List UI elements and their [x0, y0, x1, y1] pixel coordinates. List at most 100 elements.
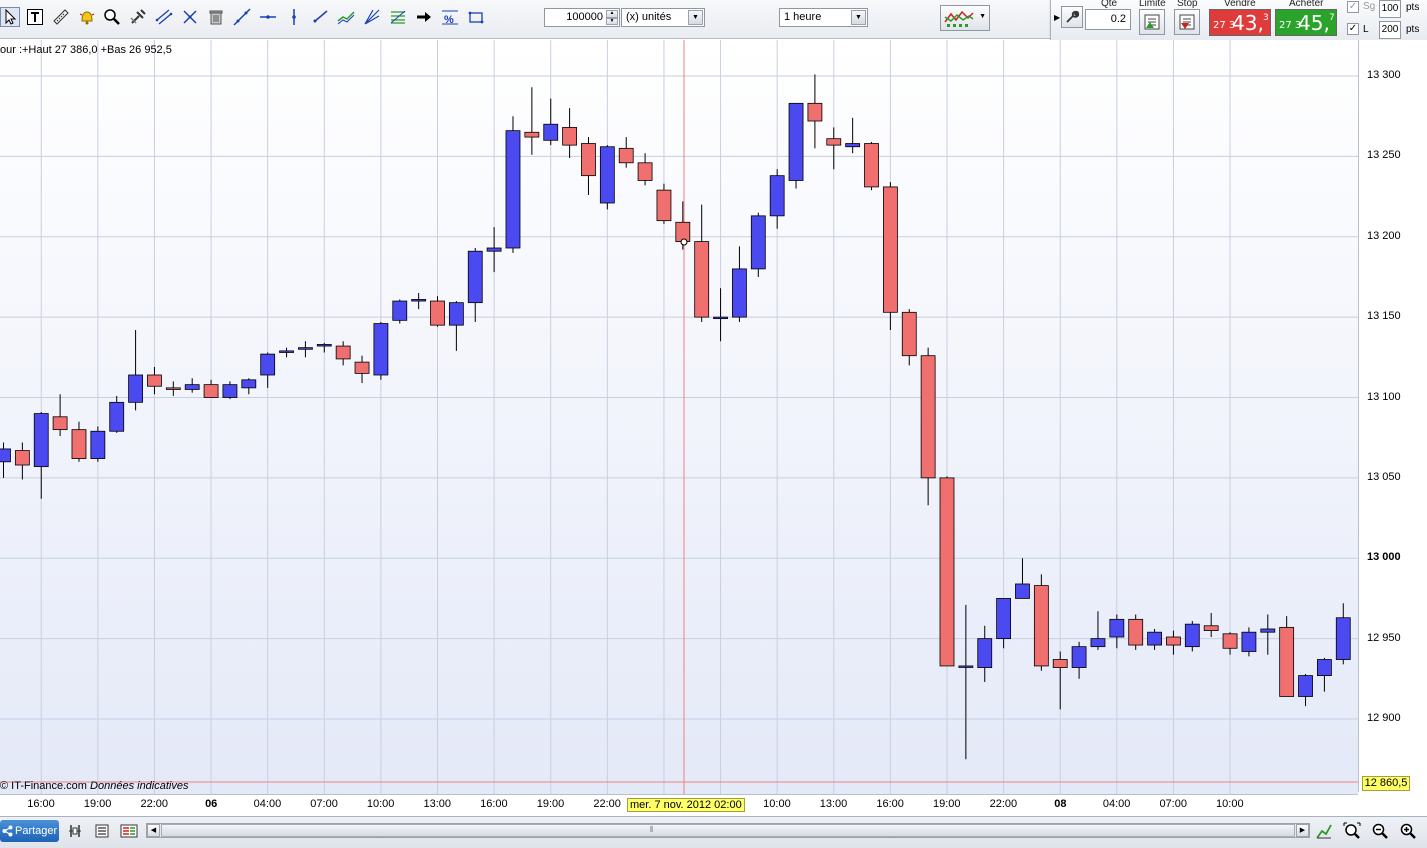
quantity-value: 100000 — [566, 11, 603, 23]
candle-body — [1090, 638, 1106, 648]
candle-body — [128, 374, 143, 403]
sg-points-input[interactable]: 100 — [1379, 0, 1401, 18]
scroll-right-arrow[interactable]: ▶ — [1296, 824, 1309, 837]
time-tick-label: 19:00 — [536, 798, 565, 810]
candle-body — [430, 300, 445, 326]
collapse-arrow-icon[interactable]: ▶ — [1054, 13, 1060, 22]
ray-line-icon[interactable] — [310, 7, 330, 27]
candle-body — [1015, 583, 1030, 599]
candle-body — [845, 143, 861, 148]
time-tick-label: 10:00 — [763, 798, 791, 810]
candle-body — [769, 175, 785, 217]
ruler-icon[interactable] — [51, 7, 71, 27]
scroll-left-arrow[interactable]: ◀ — [147, 824, 160, 837]
price-chart[interactable] — [0, 40, 1427, 794]
crosshair-toggle-icon[interactable] — [66, 822, 84, 840]
fibonacci-icon[interactable] — [388, 7, 408, 27]
channel-icon[interactable] — [336, 7, 356, 27]
percent-tool-icon[interactable]: % — [440, 7, 460, 27]
chevron-down-icon: ▼ — [979, 13, 986, 20]
share-button[interactable]: Partager — [0, 820, 59, 842]
time-tick-label: 16:00 — [480, 798, 508, 810]
vertical-line-icon[interactable] — [284, 7, 304, 27]
candle-body — [222, 384, 238, 398]
zoom-icon[interactable] — [102, 7, 122, 27]
candle-body — [467, 250, 483, 304]
stop-order-button[interactable] — [1174, 9, 1200, 35]
indicators-button[interactable]: ▼ — [940, 5, 990, 31]
rectangle-tool-icon[interactable] — [466, 7, 486, 27]
candle-body — [373, 323, 389, 376]
buy-price-main: 45, — [1298, 11, 1330, 35]
trend-line-icon[interactable] — [232, 7, 252, 27]
data-source-name: © IT-Finance.com — [0, 780, 87, 792]
list-icon[interactable] — [93, 822, 111, 840]
data-source: © IT-Finance.com Données indicatives — [0, 780, 188, 792]
cursor-date-label: mer. 7 nov. 2012 02:00 — [627, 798, 745, 812]
sg-label: Sg — [1363, 1, 1376, 12]
pointer-icon[interactable] — [0, 7, 20, 27]
candle-body — [1184, 623, 1200, 648]
chart-scrollbar[interactable]: ◀ ⫴ ▶ — [146, 823, 1310, 838]
fan-icon[interactable] — [362, 7, 382, 27]
time-tick-label: 07:00 — [310, 798, 338, 810]
sg-points-value: 100 — [1381, 3, 1399, 14]
trash-icon[interactable] — [206, 7, 226, 27]
horizontal-line-icon[interactable] — [258, 7, 278, 27]
arrow-icon[interactable] — [414, 7, 434, 27]
l-label: L — [1363, 24, 1369, 35]
candle-body — [1335, 617, 1351, 660]
candle-body — [241, 379, 257, 389]
unit-select[interactable]: (x) unités ▼ — [621, 8, 705, 27]
quantity-spinner[interactable]: ▲ ▼ — [606, 10, 618, 25]
l-points-unit: pts — [1406, 24, 1420, 35]
wrench-icon — [1066, 10, 1080, 23]
sell-button[interactable]: 27 3 43, 3 — [1209, 9, 1271, 36]
settings-wrench-button[interactable] — [1061, 6, 1083, 28]
buy-button[interactable]: 27 3 45, 7 — [1275, 9, 1337, 36]
parallel-lines-icon[interactable] — [154, 7, 174, 27]
candle-body — [524, 131, 540, 138]
l-checkbox[interactable]: ✓ — [1347, 23, 1359, 35]
qty-input[interactable]: 0.2 — [1085, 9, 1131, 30]
drawing-tools-icon[interactable] — [128, 7, 148, 27]
price-tick-label: 12 900 — [1367, 712, 1401, 724]
candle-body — [1279, 626, 1295, 697]
layout-icon[interactable] — [120, 822, 138, 840]
text-tool-icon[interactable] — [25, 7, 45, 27]
candle-body — [1260, 628, 1276, 633]
order-panel: ▶ Qte 0.2 Limite Stop Vendre 27 3 43, 3 … — [1050, 0, 1427, 43]
timeframe-select[interactable]: 1 heure ▼ — [779, 8, 868, 27]
zoom-in-icon[interactable] — [1399, 822, 1417, 840]
limit-order-button[interactable] — [1139, 9, 1165, 35]
candle-body — [1052, 659, 1068, 668]
candle-body — [203, 384, 219, 398]
scroll-thumb[interactable]: ⫴ — [161, 824, 1295, 837]
zoom-fit-icon[interactable] — [1343, 822, 1361, 840]
quantity-input[interactable]: 100000 ▲ ▼ — [544, 8, 620, 27]
price-axis[interactable]: 13 300 13 250 13 200 13 150 13 100 13 050 13 0… — [1358, 40, 1427, 792]
buy-label: Acheter — [1289, 0, 1324, 9]
candle-body — [732, 268, 747, 318]
candle-body — [864, 143, 879, 188]
candle-body — [977, 638, 993, 668]
stop-label: Stop — [1177, 0, 1198, 9]
candlestick-chart[interactable] — [0, 40, 1358, 794]
candle-body — [354, 361, 370, 374]
l-points-input[interactable]: 200 — [1379, 21, 1401, 39]
time-tick-label: 22:00 — [593, 798, 621, 810]
alert-bell-icon[interactable] — [77, 7, 97, 27]
candle-body — [392, 300, 408, 321]
zoom-out-icon[interactable] — [1371, 822, 1389, 840]
cross-tool-icon[interactable] — [180, 7, 200, 27]
candle-body — [0, 448, 11, 463]
sg-checkbox[interactable]: ✓ — [1347, 1, 1359, 13]
time-tick-label: 04:00 — [253, 798, 282, 810]
chart-background — [0, 40, 1358, 794]
auto-scale-icon[interactable] — [1315, 822, 1333, 840]
candle-body — [1109, 618, 1125, 638]
time-tick-label: 22:00 — [140, 798, 168, 810]
time-tick-label: 04:00 — [1102, 798, 1131, 810]
candle-body — [1147, 631, 1162, 646]
candle-body — [920, 355, 936, 479]
